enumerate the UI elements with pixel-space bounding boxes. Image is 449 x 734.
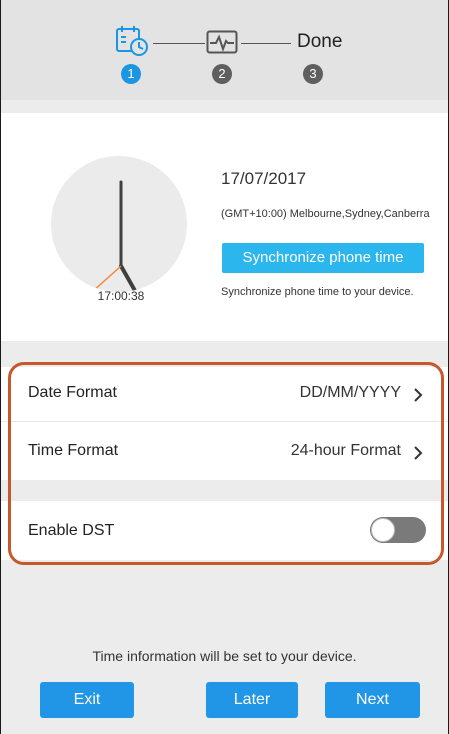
clock-face (51, 156, 187, 302)
calendar-clock-icon (113, 24, 153, 63)
setup-stepper: Done 1 2 3 (1, 0, 448, 100)
enable-dst-label: Enable DST (28, 522, 115, 539)
step-badge-1: 1 (121, 64, 141, 84)
dst-toggle[interactable] (370, 517, 426, 543)
timezone-label: (GMT+10:00) Melbourne,Sydney,Canberra (221, 208, 430, 220)
date-format-label: Date Format (28, 384, 117, 401)
date-format-value: DD/MM/YYYY (299, 384, 401, 401)
step-done-label: Done (297, 31, 343, 52)
chevron-right-icon (410, 387, 426, 403)
dst-toggle-knob (371, 518, 395, 542)
step-connector (241, 43, 291, 44)
footer-note: Time information will be set to your dev… (92, 648, 357, 664)
heart-rate-monitor-icon (206, 30, 238, 61)
time-format-value: 24-hour Format (290, 442, 401, 459)
chevron-right-icon (410, 445, 426, 461)
step-badge-3: 3 (303, 64, 323, 84)
current-date: 17/07/2017 (221, 169, 307, 188)
step-badge-2: 2 (212, 64, 232, 84)
date-format-row[interactable]: Date Format DD/MM/YYYY (1, 367, 448, 421)
step-connector (153, 43, 205, 44)
enable-dst-row: Enable DST (1, 501, 448, 560)
time-setup-screen: Done 1 2 3 17:00:38 17/07/2017 (GMT+10:0… (0, 0, 449, 734)
sync-hint-text: Synchronize phone time to your device. (221, 286, 414, 298)
exit-button[interactable]: Exit (40, 682, 134, 718)
synchronize-phone-time-button[interactable]: Synchronize phone time (222, 243, 424, 273)
time-format-row[interactable]: Time Format 24-hour Format (1, 422, 448, 480)
later-button[interactable]: Later (206, 682, 298, 718)
analog-clock (51, 156, 187, 302)
time-card: 17:00:38 17/07/2017 (GMT+10:00) Melbourn… (1, 113, 448, 341)
next-button[interactable]: Next (325, 682, 420, 718)
time-format-label: Time Format (28, 442, 119, 459)
clock-readout: 17:00:38 (97, 289, 145, 303)
